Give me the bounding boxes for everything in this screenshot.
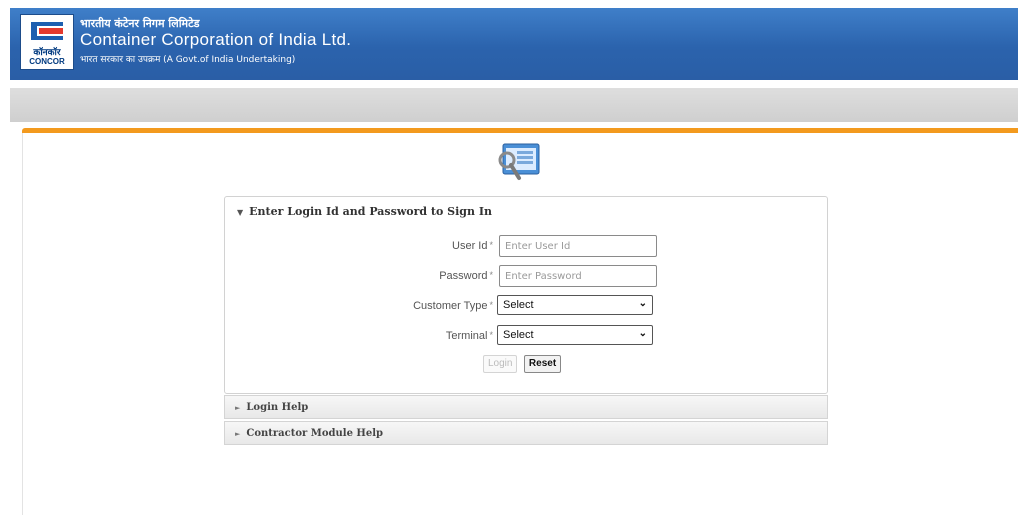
form-buttons: Login Reset xyxy=(483,353,563,373)
page-frame: कॉनकॉर CONCOR भारतीय कंटेनर निगम लिमिटेड… xyxy=(10,8,1018,515)
customer-type-select[interactable]: Select ⌄ xyxy=(497,295,653,315)
terminal-label: Terminal * xyxy=(445,330,493,342)
site-header: कॉनकॉर CONCOR भारतीय कंटेनर निगम लिमिटेड… xyxy=(10,8,1018,80)
password-row: Password * Enter Password xyxy=(225,265,829,289)
user-id-input[interactable]: Enter User Id xyxy=(499,235,657,257)
reset-button[interactable]: Reset xyxy=(523,355,562,373)
login-section-title: Enter Login Id and Password to Sign In xyxy=(249,205,492,218)
chevron-down-icon: ⌄ xyxy=(638,298,647,309)
login-screen-icon xyxy=(498,143,540,180)
login-box: ▼ Enter Login Id and Password to Sign In … xyxy=(224,196,828,394)
login-help-label: Login Help xyxy=(246,402,309,413)
concor-logo-icon xyxy=(25,18,69,44)
org-name: Container Corporation of India Ltd. xyxy=(80,30,352,49)
customer-type-row: Customer Type * Select ⌄ xyxy=(225,295,829,319)
terminal-select[interactable]: Select ⌄ xyxy=(497,325,653,345)
logo-concor-text: CONCOR xyxy=(29,57,65,66)
customer-type-label: Customer Type * xyxy=(413,300,493,312)
terminal-value: Select xyxy=(503,329,534,341)
org-subtitle: भारत सरकार का उपक्रम (A Govt.of India Un… xyxy=(80,55,296,65)
concor-logo: कॉनकॉर CONCOR xyxy=(20,14,74,70)
chevron-down-icon: ⌄ xyxy=(638,328,647,339)
customer-type-value: Select xyxy=(503,299,534,311)
login-section-header[interactable]: ▼ Enter Login Id and Password to Sign In xyxy=(237,205,492,218)
user-id-label: User Id * xyxy=(452,240,493,252)
contractor-help-label: Contractor Module Help xyxy=(246,428,384,439)
login-button[interactable]: Login xyxy=(483,355,518,373)
terminal-row: Terminal * Select ⌄ xyxy=(225,325,829,349)
triangle-right-icon: ► xyxy=(235,403,241,412)
password-label: Password * xyxy=(439,270,493,282)
login-help-accordion[interactable]: ► Login Help xyxy=(224,395,828,419)
user-id-row: User Id * Enter User Id xyxy=(225,235,829,259)
password-input[interactable]: Enter Password xyxy=(499,265,657,287)
triangle-right-icon: ► xyxy=(235,429,241,438)
triangle-down-icon: ▼ xyxy=(237,207,244,217)
menu-bar xyxy=(10,88,1018,122)
org-name-hindi: भारतीय कंटेनर निगम लिमिटेड xyxy=(80,17,200,30)
contractor-help-accordion[interactable]: ► Contractor Module Help xyxy=(224,421,828,445)
